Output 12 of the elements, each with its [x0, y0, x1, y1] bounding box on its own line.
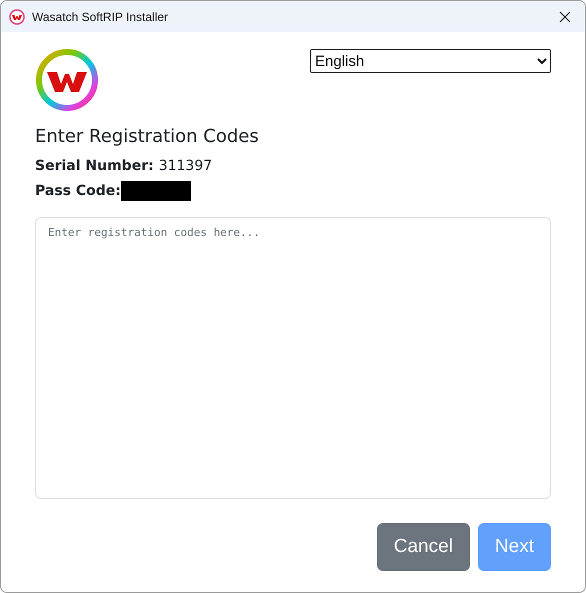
codes-field[interactable]: Enter registration codes here...: [35, 217, 551, 499]
cancel-button[interactable]: Cancel: [376, 523, 470, 571]
language-select[interactable]: English: [310, 49, 551, 73]
field-label: Pass Code:: [35, 182, 121, 198]
app-icon: [9, 8, 25, 24]
redaction-block: [120, 180, 191, 200]
field-label: Serial Number:: [35, 158, 154, 174]
section-heading: Enter Registration Codes: [35, 126, 260, 147]
close-icon: [559, 10, 571, 22]
logo-icon: [35, 48, 99, 112]
field-value: 311397: [158, 158, 212, 174]
window-title: Wasatch SoftRIP Installer: [32, 10, 170, 24]
